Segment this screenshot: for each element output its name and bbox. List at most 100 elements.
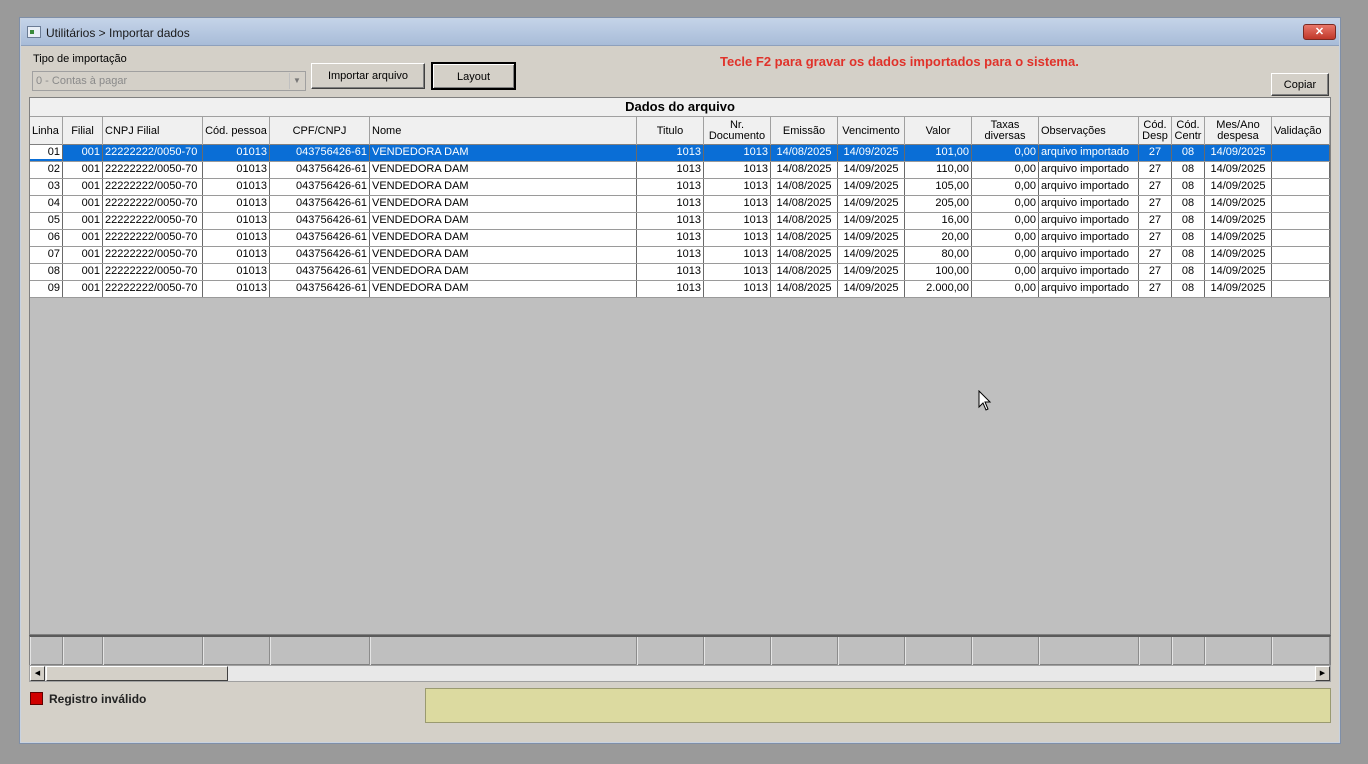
cell-cnpj-filial[interactable]: 22222222/0050-70 bbox=[103, 179, 203, 195]
table-row[interactable]: 01 001 22222222/0050-70 01013 043756426-61 VE… bbox=[30, 145, 1330, 162]
cell-nome[interactable]: VENDEDORA DAM bbox=[370, 196, 637, 212]
cell-cpf-cnpj[interactable]: 043756426-61 bbox=[270, 230, 370, 246]
table-row[interactable]: 08 001 22222222/0050-70 01013 043756426-61 VE… bbox=[30, 264, 1330, 281]
cell-filial[interactable]: 001 bbox=[63, 162, 103, 178]
cell-cpf-cnpj[interactable]: 043756426-61 bbox=[270, 196, 370, 212]
cell-linha[interactable]: 05 bbox=[30, 213, 63, 229]
cell-cnpj-filial[interactable]: 22222222/0050-70 bbox=[103, 230, 203, 246]
cell-validacao[interactable] bbox=[1272, 230, 1330, 246]
column-header-cnpj-filial[interactable]: CNPJ Filial bbox=[103, 117, 203, 145]
cell-vencimento[interactable]: 14/09/2025 bbox=[838, 264, 905, 280]
cell-cpf-cnpj[interactable]: 043756426-61 bbox=[270, 281, 370, 297]
cell-cpf-cnpj[interactable]: 043756426-61 bbox=[270, 247, 370, 263]
cell-emissao[interactable]: 14/08/2025 bbox=[771, 281, 838, 297]
cell-observacoes[interactable]: arquivo importado bbox=[1039, 264, 1139, 280]
cell-filial[interactable]: 001 bbox=[63, 179, 103, 195]
column-header-cpf-cnpj[interactable]: CPF/CNPJ bbox=[270, 117, 370, 145]
cell-mes-ano-despesa[interactable]: 14/09/2025 bbox=[1205, 162, 1272, 178]
cell-cod-centr[interactable]: 08 bbox=[1172, 196, 1205, 212]
cell-titulo[interactable]: 1013 bbox=[637, 230, 704, 246]
cell-vencimento[interactable]: 14/09/2025 bbox=[838, 196, 905, 212]
cell-emissao[interactable]: 14/08/2025 bbox=[771, 196, 838, 212]
table-row[interactable]: 07 001 22222222/0050-70 01013 043756426-61 VE… bbox=[30, 247, 1330, 264]
cell-mes-ano-despesa[interactable]: 14/09/2025 bbox=[1205, 264, 1272, 280]
cell-validacao[interactable] bbox=[1272, 213, 1330, 229]
cell-vencimento[interactable]: 14/09/2025 bbox=[838, 281, 905, 297]
cell-mes-ano-despesa[interactable]: 14/09/2025 bbox=[1205, 213, 1272, 229]
cell-emissao[interactable]: 14/08/2025 bbox=[771, 145, 838, 161]
cell-nome[interactable]: VENDEDORA DAM bbox=[370, 264, 637, 280]
cell-nr-documento[interactable]: 1013 bbox=[704, 213, 771, 229]
cell-observacoes[interactable]: arquivo importado bbox=[1039, 213, 1139, 229]
cell-taxas-diversas[interactable]: 0,00 bbox=[972, 179, 1039, 195]
cell-emissao[interactable]: 14/08/2025 bbox=[771, 230, 838, 246]
cell-observacoes[interactable]: arquivo importado bbox=[1039, 281, 1139, 297]
cell-cod-centr[interactable]: 08 bbox=[1172, 247, 1205, 263]
cell-cod-desp[interactable]: 27 bbox=[1139, 264, 1172, 280]
cell-cod-pessoa[interactable]: 01013 bbox=[203, 281, 270, 297]
cell-cnpj-filial[interactable]: 22222222/0050-70 bbox=[103, 264, 203, 280]
cell-emissao[interactable]: 14/08/2025 bbox=[771, 162, 838, 178]
cell-vencimento[interactable]: 14/09/2025 bbox=[838, 162, 905, 178]
cell-validacao[interactable] bbox=[1272, 247, 1330, 263]
import-type-select[interactable]: 0 - Contas à pagar ▼ bbox=[32, 71, 306, 91]
column-header-cod-pessoa[interactable]: Cód. pessoa bbox=[203, 117, 270, 145]
cell-valor[interactable]: 80,00 bbox=[905, 247, 972, 263]
cell-observacoes[interactable]: arquivo importado bbox=[1039, 247, 1139, 263]
scroll-left-icon[interactable]: ◀ bbox=[30, 666, 45, 681]
cell-cod-pessoa[interactable]: 01013 bbox=[203, 162, 270, 178]
cell-emissao[interactable]: 14/08/2025 bbox=[771, 247, 838, 263]
chevron-down-icon[interactable]: ▼ bbox=[289, 73, 304, 89]
cell-cod-centr[interactable]: 08 bbox=[1172, 281, 1205, 297]
cell-validacao[interactable] bbox=[1272, 264, 1330, 280]
cell-cod-pessoa[interactable]: 01013 bbox=[203, 179, 270, 195]
column-header-observacoes[interactable]: Observações bbox=[1039, 117, 1139, 145]
column-header-filial[interactable]: Filial bbox=[63, 117, 103, 145]
cell-taxas-diversas[interactable]: 0,00 bbox=[972, 196, 1039, 212]
cell-cnpj-filial[interactable]: 22222222/0050-70 bbox=[103, 196, 203, 212]
column-header-cod-centr[interactable]: Cód. Centr bbox=[1172, 117, 1205, 145]
cell-valor[interactable]: 110,00 bbox=[905, 162, 972, 178]
cell-titulo[interactable]: 1013 bbox=[637, 213, 704, 229]
cell-nr-documento[interactable]: 1013 bbox=[704, 179, 771, 195]
cell-validacao[interactable] bbox=[1272, 145, 1330, 161]
cell-taxas-diversas[interactable]: 0,00 bbox=[972, 162, 1039, 178]
cell-validacao[interactable] bbox=[1272, 196, 1330, 212]
column-header-mes-ano-despesa[interactable]: Mes/Ano despesa bbox=[1205, 117, 1272, 145]
cell-cod-desp[interactable]: 27 bbox=[1139, 213, 1172, 229]
cell-titulo[interactable]: 1013 bbox=[637, 247, 704, 263]
cell-nome[interactable]: VENDEDORA DAM bbox=[370, 179, 637, 195]
cell-cnpj-filial[interactable]: 22222222/0050-70 bbox=[103, 247, 203, 263]
cell-cpf-cnpj[interactable]: 043756426-61 bbox=[270, 179, 370, 195]
cell-titulo[interactable]: 1013 bbox=[637, 145, 704, 161]
column-header-cod-desp[interactable]: Cód. Desp bbox=[1139, 117, 1172, 145]
column-header-nome[interactable]: Nome bbox=[370, 117, 637, 145]
cell-valor[interactable]: 105,00 bbox=[905, 179, 972, 195]
cell-cod-pessoa[interactable]: 01013 bbox=[203, 264, 270, 280]
cell-emissao[interactable]: 14/08/2025 bbox=[771, 179, 838, 195]
cell-nr-documento[interactable]: 1013 bbox=[704, 230, 771, 246]
cell-valor[interactable]: 205,00 bbox=[905, 196, 972, 212]
cell-filial[interactable]: 001 bbox=[63, 281, 103, 297]
cell-nr-documento[interactable]: 1013 bbox=[704, 162, 771, 178]
cell-linha[interactable]: 09 bbox=[30, 281, 63, 297]
cell-taxas-diversas[interactable]: 0,00 bbox=[972, 145, 1039, 161]
cell-cod-centr[interactable]: 08 bbox=[1172, 230, 1205, 246]
cell-valor[interactable]: 2.000,00 bbox=[905, 281, 972, 297]
cell-valor[interactable]: 101,00 bbox=[905, 145, 972, 161]
cell-cod-pessoa[interactable]: 01013 bbox=[203, 230, 270, 246]
cell-cod-pessoa[interactable]: 01013 bbox=[203, 213, 270, 229]
scroll-right-icon[interactable]: ▶ bbox=[1315, 666, 1330, 681]
layout-button[interactable]: Layout bbox=[431, 62, 516, 90]
cell-filial[interactable]: 001 bbox=[63, 213, 103, 229]
table-row[interactable]: 05 001 22222222/0050-70 01013 043756426-61 VE… bbox=[30, 213, 1330, 230]
column-header-taxas-diversas[interactable]: Taxas diversas bbox=[972, 117, 1039, 145]
cell-cnpj-filial[interactable]: 22222222/0050-70 bbox=[103, 281, 203, 297]
cell-nome[interactable]: VENDEDORA DAM bbox=[370, 230, 637, 246]
cell-cpf-cnpj[interactable]: 043756426-61 bbox=[270, 213, 370, 229]
cell-titulo[interactable]: 1013 bbox=[637, 196, 704, 212]
cell-observacoes[interactable]: arquivo importado bbox=[1039, 230, 1139, 246]
column-header-validacao[interactable]: Validação bbox=[1272, 117, 1330, 145]
cell-cod-pessoa[interactable]: 01013 bbox=[203, 247, 270, 263]
column-header-vencimento[interactable]: Vencimento bbox=[838, 117, 905, 145]
